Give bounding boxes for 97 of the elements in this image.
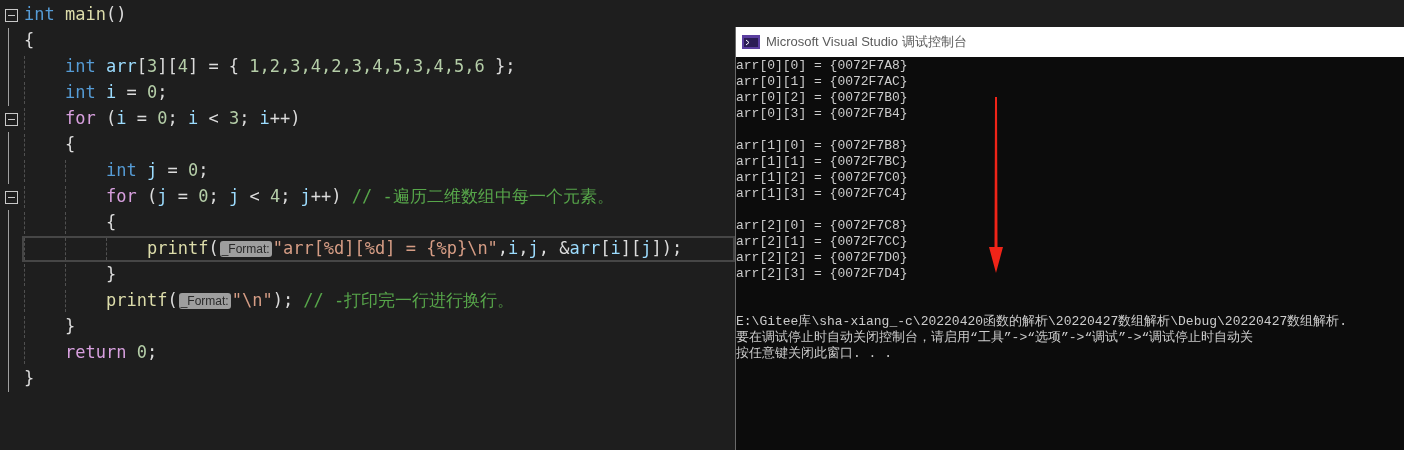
code-punctuation: ,	[497, 237, 509, 261]
code-comment: // -打印完一行进行换行。	[303, 289, 515, 313]
function-name: printf	[147, 237, 209, 261]
collapse-icon[interactable]	[4, 8, 18, 22]
code-punctuation: ;	[167, 107, 179, 131]
code-punctuation: }	[106, 263, 117, 287]
code-punctuation: <	[248, 185, 261, 209]
code-number: 3	[146, 55, 158, 79]
code-identifier: i	[116, 107, 127, 131]
code-punctuation: , &	[538, 237, 570, 261]
code-punctuation: ;	[208, 185, 220, 209]
console-output-line: arr[1][1] = {0072F7BC}	[736, 154, 909, 170]
console-output-line: arr[0][3] = {0072F7B4}	[736, 106, 909, 122]
code-identifier: arr	[104, 55, 137, 79]
code-number: 4	[269, 185, 281, 209]
code-identifier: j	[300, 185, 311, 209]
code-identifier: i	[259, 107, 270, 131]
window-title: Microsoft Visual Studio 调试控制台	[766, 33, 967, 52]
console-app-icon	[742, 35, 760, 49]
code-identifier: i	[104, 81, 117, 105]
code-punctuation: [	[136, 55, 147, 79]
code-punctuation: =	[176, 185, 189, 209]
console-output-line: arr[0][1] = {0072F7AC}	[736, 74, 909, 90]
code-punctuation: (	[145, 185, 158, 209]
code-punctuation: =	[135, 107, 148, 131]
code-identifier: i	[508, 237, 519, 261]
code-punctuation: ;	[198, 159, 209, 183]
code-number: 0	[198, 185, 209, 209]
type-keyword: int	[24, 3, 55, 27]
code-punctuation: {	[24, 29, 35, 53]
collapse-icon[interactable]	[4, 112, 18, 126]
code-punctuation: ()	[105, 3, 127, 27]
code-comment: // -遍历二维数组中每一个元素。	[351, 185, 614, 209]
code-number: 0	[135, 341, 147, 365]
code-punctuation: {	[106, 211, 117, 235]
code-punctuation: ;	[157, 81, 168, 105]
code-punctuation: ;	[239, 107, 251, 131]
string-literal: "\n"	[231, 289, 273, 313]
console-output-line: arr[2][2] = {0072F7D0}	[736, 250, 909, 266]
code-punctuation: ++)	[269, 107, 301, 131]
console-output-line: arr[1][0] = {0072F7B8}	[736, 138, 909, 154]
code-identifier: j	[228, 185, 240, 209]
code-number: 1,2,3,4,2,3,4,5,3,4,5,6	[249, 55, 485, 79]
code-number: 4	[177, 55, 188, 79]
code-punctuation: };	[493, 55, 516, 79]
code-punctuation: (	[208, 237, 219, 261]
code-punctuation: ][	[620, 237, 642, 261]
code-number: 3	[228, 107, 240, 131]
console-output-line: 按任意键关闭此窗口. . .	[736, 346, 893, 362]
type-keyword: int	[106, 159, 137, 183]
code-punctuation: );	[272, 289, 295, 313]
code-punctuation: {	[65, 133, 76, 157]
parameter-hint: _Format:	[219, 241, 272, 257]
console-output-line: arr[0][0] = {0072F7A8}	[736, 58, 909, 74]
code-punctuation: ;	[146, 341, 158, 365]
collapse-icon[interactable]	[4, 190, 18, 204]
code-identifier: i	[187, 107, 199, 131]
code-punctuation: <	[207, 107, 220, 131]
code-identifier: j	[528, 237, 539, 261]
code-punctuation: }	[65, 315, 76, 339]
code-punctuation: ++)	[310, 185, 343, 209]
function-name: main	[63, 3, 106, 27]
function-name: printf	[106, 289, 168, 313]
code-punctuation: ]);	[651, 237, 683, 261]
type-keyword: int	[65, 55, 96, 79]
code-keyword: return	[65, 341, 127, 365]
code-identifier: arr	[569, 237, 601, 261]
console-output-line: arr[0][2] = {0072F7B0}	[736, 90, 909, 106]
code-identifier: j	[157, 185, 168, 209]
code-keyword: for	[65, 107, 96, 131]
console-output-line: arr[1][2] = {0072F7C0}	[736, 170, 909, 186]
code-punctuation: ][	[157, 55, 178, 79]
console-output-line: arr[1][3] = {0072F7C4}	[736, 186, 909, 202]
code-number: 0	[187, 159, 199, 183]
code-punctuation: ;	[280, 185, 292, 209]
console-output-line: arr[2][3] = {0072F7D4}	[736, 266, 909, 282]
code-number: 0	[146, 81, 158, 105]
console-output-line: 要在调试停止时自动关闭控制台，请启用“工具”->“选项”->“调试”->“调试停止时自动关	[736, 330, 1255, 346]
console-output-line: arr[2][0] = {0072F7C8}	[736, 218, 909, 234]
code-number: 0	[157, 107, 168, 131]
code-identifier: i	[610, 237, 621, 261]
type-keyword: int	[65, 81, 96, 105]
code-punctuation: [	[600, 237, 611, 261]
code-punctuation: (	[104, 107, 117, 131]
code-punctuation: =	[125, 81, 138, 105]
string-literal: "arr[%d][%d] = {%p}\n"	[272, 237, 498, 261]
code-punctuation: ,	[518, 237, 529, 261]
parameter-hint: _Format:	[178, 293, 231, 309]
code-punctuation: ] = {	[187, 55, 241, 79]
code-punctuation: =	[166, 159, 179, 183]
code-identifier: j	[145, 159, 158, 183]
console-output-line: E:\Gitee库\sha-xiang_-c\20220420函数的解析\20220427数组解析\Debug\20220427数组解析.	[736, 314, 1349, 330]
code-punctuation: }	[24, 367, 35, 391]
console-output-line: arr[2][1] = {0072F7CC}	[736, 234, 909, 250]
code-keyword: for	[106, 185, 137, 209]
code-identifier: j	[641, 237, 652, 261]
code-punctuation: (	[167, 289, 178, 313]
